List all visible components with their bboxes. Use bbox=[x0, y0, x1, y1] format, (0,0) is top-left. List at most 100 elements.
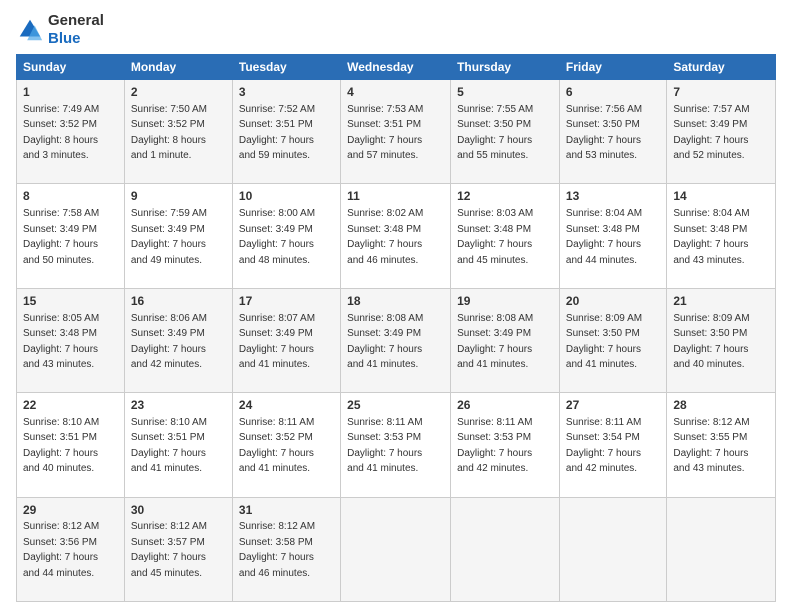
day-info: Sunrise: 7:56 AM Sunset: 3:50 PM Dayligh… bbox=[566, 104, 642, 162]
col-header-friday: Friday bbox=[559, 55, 666, 80]
day-info: Sunrise: 8:10 AM Sunset: 3:51 PM Dayligh… bbox=[131, 417, 207, 475]
day-number: 13 bbox=[566, 188, 660, 205]
day-info: Sunrise: 7:58 AM Sunset: 3:49 PM Dayligh… bbox=[23, 208, 99, 266]
day-info: Sunrise: 8:11 AM Sunset: 3:54 PM Dayligh… bbox=[566, 417, 641, 475]
day-number: 1 bbox=[23, 84, 118, 101]
day-number: 24 bbox=[239, 397, 334, 414]
week-row-1: 1Sunrise: 7:49 AM Sunset: 3:52 PM Daylig… bbox=[17, 80, 776, 184]
day-number: 14 bbox=[673, 188, 769, 205]
day-number: 4 bbox=[347, 84, 444, 101]
calendar-cell: 4 Sunrise: 7:53 AM Sunset: 3:51 PM Daylig… bbox=[341, 80, 451, 184]
day-number: 26 bbox=[457, 397, 553, 414]
day-number: 16 bbox=[131, 293, 226, 310]
day-info: Sunrise: 8:12 AM Sunset: 3:55 PM Dayligh… bbox=[673, 417, 749, 475]
day-number: 22 bbox=[23, 397, 118, 414]
calendar-cell: 12 Sunrise: 8:03 AM Sunset: 3:48 PM Dayli… bbox=[451, 184, 560, 288]
col-header-thursday: Thursday bbox=[451, 55, 560, 80]
logo-icon bbox=[16, 16, 44, 44]
calendar-cell: 29Sunrise: 8:12 AM Sunset: 3:56 PM Dayli… bbox=[17, 497, 125, 601]
calendar-cell: 1Sunrise: 7:49 AM Sunset: 3:52 PM Daylig… bbox=[17, 80, 125, 184]
day-number: 7 bbox=[673, 84, 769, 101]
day-info: Sunrise: 8:07 AM Sunset: 3:49 PM Dayligh… bbox=[239, 313, 315, 371]
day-info: Sunrise: 7:55 AM Sunset: 3:50 PM Dayligh… bbox=[457, 104, 533, 162]
calendar-cell: 11Sunrise: 8:02 AM Sunset: 3:48 PM Dayli… bbox=[341, 184, 451, 288]
page: General Blue SundayMondayTuesdayWednesda… bbox=[0, 0, 792, 612]
calendar-cell: 18 Sunrise: 8:08 AM Sunset: 3:49 PM Dayli… bbox=[341, 288, 451, 392]
day-info: Sunrise: 8:10 AM Sunset: 3:51 PM Dayligh… bbox=[23, 417, 99, 475]
day-info: Sunrise: 8:04 AM Sunset: 3:48 PM Dayligh… bbox=[673, 208, 749, 266]
day-number: 11 bbox=[347, 188, 444, 205]
week-row-3: 15 Sunrise: 8:05 AM Sunset: 3:48 PM Dayli… bbox=[17, 288, 776, 392]
calendar-cell: 23Sunrise: 8:10 AM Sunset: 3:51 PM Dayli… bbox=[124, 393, 232, 497]
calendar-cell: 31 Sunrise: 8:12 AM Sunset: 3:58 PM Dayli… bbox=[232, 497, 340, 601]
day-info: Sunrise: 8:08 AM Sunset: 3:49 PM Dayligh… bbox=[457, 313, 533, 371]
day-info: Sunrise: 8:08 AM Sunset: 3:49 PM Dayligh… bbox=[347, 313, 423, 371]
logo: General Blue bbox=[16, 12, 104, 48]
day-info: Sunrise: 8:11 AM Sunset: 3:52 PM Dayligh… bbox=[239, 417, 314, 475]
day-number: 10 bbox=[239, 188, 334, 205]
calendar-table: SundayMondayTuesdayWednesdayThursdayFrid… bbox=[16, 54, 776, 602]
day-info: Sunrise: 8:03 AM Sunset: 3:48 PM Dayligh… bbox=[457, 208, 533, 266]
day-number: 28 bbox=[673, 397, 769, 414]
day-number: 31 bbox=[239, 502, 334, 519]
day-info: Sunrise: 8:12 AM Sunset: 3:56 PM Dayligh… bbox=[23, 521, 99, 579]
day-info: Sunrise: 8:06 AM Sunset: 3:49 PM Dayligh… bbox=[131, 313, 207, 371]
calendar-cell: 20 Sunrise: 8:09 AM Sunset: 3:50 PM Dayli… bbox=[559, 288, 666, 392]
calendar-body: 1Sunrise: 7:49 AM Sunset: 3:52 PM Daylig… bbox=[17, 80, 776, 602]
day-number: 27 bbox=[566, 397, 660, 414]
calendar-cell: 8Sunrise: 7:58 AM Sunset: 3:49 PM Daylig… bbox=[17, 184, 125, 288]
day-number: 15 bbox=[23, 293, 118, 310]
calendar-cell: 25 Sunrise: 8:11 AM Sunset: 3:53 PM Dayli… bbox=[341, 393, 451, 497]
calendar-cell: 27 Sunrise: 8:11 AM Sunset: 3:54 PM Dayli… bbox=[559, 393, 666, 497]
calendar-cell: 17 Sunrise: 8:07 AM Sunset: 3:49 PM Dayli… bbox=[232, 288, 340, 392]
week-row-2: 8Sunrise: 7:58 AM Sunset: 3:49 PM Daylig… bbox=[17, 184, 776, 288]
calendar-cell bbox=[667, 497, 776, 601]
calendar-cell: 9Sunrise: 7:59 AM Sunset: 3:49 PM Daylig… bbox=[124, 184, 232, 288]
day-info: Sunrise: 8:12 AM Sunset: 3:58 PM Dayligh… bbox=[239, 521, 315, 579]
calendar-cell: 26 Sunrise: 8:11 AM Sunset: 3:53 PM Dayli… bbox=[451, 393, 560, 497]
day-number: 21 bbox=[673, 293, 769, 310]
logo-text: General Blue bbox=[48, 12, 104, 48]
calendar-cell: 28 Sunrise: 8:12 AM Sunset: 3:55 PM Dayli… bbox=[667, 393, 776, 497]
calendar-cell: 6 Sunrise: 7:56 AM Sunset: 3:50 PM Daylig… bbox=[559, 80, 666, 184]
day-info: Sunrise: 8:12 AM Sunset: 3:57 PM Dayligh… bbox=[131, 521, 207, 579]
calendar-cell: 2 Sunrise: 7:50 AM Sunset: 3:52 PM Daylig… bbox=[124, 80, 232, 184]
day-info: Sunrise: 8:11 AM Sunset: 3:53 PM Dayligh… bbox=[347, 417, 422, 475]
week-row-4: 22 Sunrise: 8:10 AM Sunset: 3:51 PM Dayli… bbox=[17, 393, 776, 497]
calendar-cell: 10 Sunrise: 8:00 AM Sunset: 3:49 PM Dayli… bbox=[232, 184, 340, 288]
day-info: Sunrise: 8:09 AM Sunset: 3:50 PM Dayligh… bbox=[566, 313, 642, 371]
day-number: 17 bbox=[239, 293, 334, 310]
day-info: Sunrise: 7:52 AM Sunset: 3:51 PM Dayligh… bbox=[239, 104, 315, 162]
calendar-cell: 15 Sunrise: 8:05 AM Sunset: 3:48 PM Dayli… bbox=[17, 288, 125, 392]
calendar-cell: 19 Sunrise: 8:08 AM Sunset: 3:49 PM Dayli… bbox=[451, 288, 560, 392]
day-info: Sunrise: 8:00 AM Sunset: 3:49 PM Dayligh… bbox=[239, 208, 315, 266]
col-header-saturday: Saturday bbox=[667, 55, 776, 80]
day-info: Sunrise: 8:11 AM Sunset: 3:53 PM Dayligh… bbox=[457, 417, 532, 475]
calendar-cell: 13Sunrise: 8:04 AM Sunset: 3:48 PM Dayli… bbox=[559, 184, 666, 288]
calendar-cell: 5 Sunrise: 7:55 AM Sunset: 3:50 PM Daylig… bbox=[451, 80, 560, 184]
day-number: 12 bbox=[457, 188, 553, 205]
calendar-cell: 3Sunrise: 7:52 AM Sunset: 3:51 PM Daylig… bbox=[232, 80, 340, 184]
calendar-cell: 16 Sunrise: 8:06 AM Sunset: 3:49 PM Dayli… bbox=[124, 288, 232, 392]
day-number: 20 bbox=[566, 293, 660, 310]
header: General Blue bbox=[16, 12, 776, 48]
day-info: Sunrise: 7:50 AM Sunset: 3:52 PM Dayligh… bbox=[131, 104, 207, 162]
day-info: Sunrise: 8:09 AM Sunset: 3:50 PM Dayligh… bbox=[673, 313, 749, 371]
day-number: 25 bbox=[347, 397, 444, 414]
day-number: 18 bbox=[347, 293, 444, 310]
calendar-header-row: SundayMondayTuesdayWednesdayThursdayFrid… bbox=[17, 55, 776, 80]
calendar-cell bbox=[559, 497, 666, 601]
col-header-monday: Monday bbox=[124, 55, 232, 80]
calendar-cell: 7Sunrise: 7:57 AM Sunset: 3:49 PM Daylig… bbox=[667, 80, 776, 184]
calendar-cell: 24 Sunrise: 8:11 AM Sunset: 3:52 PM Dayli… bbox=[232, 393, 340, 497]
col-header-sunday: Sunday bbox=[17, 55, 125, 80]
col-header-wednesday: Wednesday bbox=[341, 55, 451, 80]
day-info: Sunrise: 8:05 AM Sunset: 3:48 PM Dayligh… bbox=[23, 313, 99, 371]
calendar-cell: 21 Sunrise: 8:09 AM Sunset: 3:50 PM Dayli… bbox=[667, 288, 776, 392]
day-number: 9 bbox=[131, 188, 226, 205]
day-number: 5 bbox=[457, 84, 553, 101]
day-info: Sunrise: 7:53 AM Sunset: 3:51 PM Dayligh… bbox=[347, 104, 423, 162]
day-number: 2 bbox=[131, 84, 226, 101]
day-number: 19 bbox=[457, 293, 553, 310]
day-number: 6 bbox=[566, 84, 660, 101]
